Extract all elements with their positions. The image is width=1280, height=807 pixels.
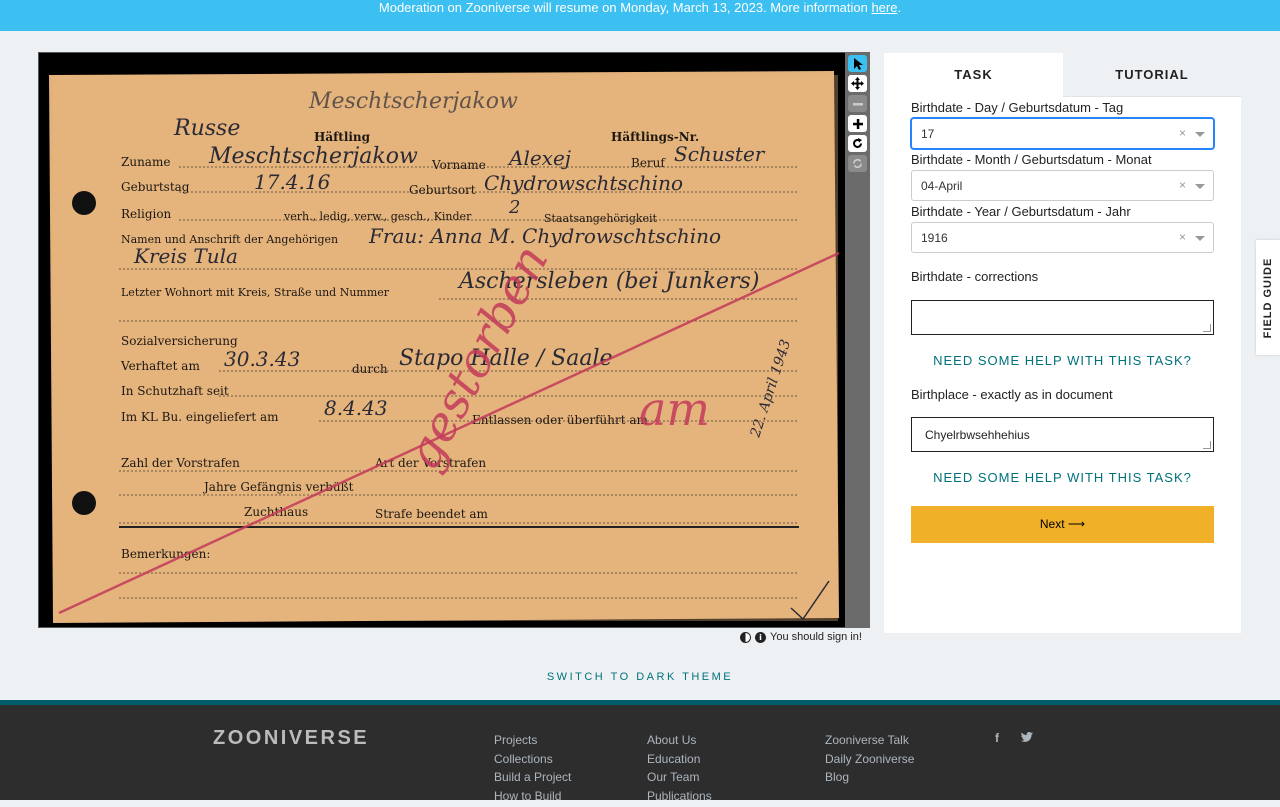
birthdate-year-select[interactable]: 1916 × xyxy=(911,222,1214,253)
banner-link[interactable]: here xyxy=(871,0,897,15)
announcement-banner: Moderation on Zooniverse will resume on … xyxy=(0,0,1280,31)
footer-link[interactable]: Blog xyxy=(825,770,914,789)
site-footer: ZOONIVERSE Projects Collections Build a … xyxy=(0,700,1280,800)
birthdate-month-label: Birthdate - Month / Geburtsdatum - Monat xyxy=(911,152,1152,167)
card-birthday-label: Geburtstag xyxy=(121,180,190,194)
field-guide-label: FIELD GUIDE xyxy=(1262,257,1274,338)
card-firstname-label: Vorname xyxy=(431,158,486,172)
footer-link[interactable]: Zooniverse Talk xyxy=(825,733,914,752)
zooniverse-logo[interactable]: ZOONIVERSE xyxy=(213,727,369,750)
birthdate-corrections-field[interactable] xyxy=(911,300,1214,335)
card-delivered-label: Im KL Bu. eingeliefert am xyxy=(121,410,279,424)
card-birthplace-label: Geburtsort xyxy=(409,183,476,197)
rotate-icon[interactable] xyxy=(848,135,867,152)
task-tabs: TASK TUTORIAL xyxy=(884,53,1241,97)
hw-arrested: 30.3.43 xyxy=(224,347,300,371)
birthplace-field[interactable]: Chyelrbwsehhehius xyxy=(911,417,1214,452)
card-convictions-label: Zahl der Vorstrafen xyxy=(121,456,240,470)
birthplace-label: Birthplace - exactly as in document xyxy=(911,387,1113,402)
footer-link[interactable]: How to Build xyxy=(494,789,571,807)
task-panel: TASK TUTORIAL Birthdate - Day / Geburtsd… xyxy=(884,53,1241,633)
hw-profession: Schuster xyxy=(674,142,766,166)
footer-link[interactable]: Publications xyxy=(647,789,712,807)
hw-children: 2 xyxy=(508,197,520,218)
footer-column-1: Projects Collections Build a Project How… xyxy=(494,733,571,807)
index-card-image: Häftling Häftlings-Nr. Zuname Vorname Be… xyxy=(39,53,847,627)
hw-relatives: Frau: Anna M. Chydrowschtschino xyxy=(368,224,721,248)
zoom-out-icon[interactable] xyxy=(848,95,867,112)
punch-hole xyxy=(72,191,96,215)
footer-link[interactable]: Daily Zooniverse xyxy=(825,752,914,771)
footer-link[interactable]: Collections xyxy=(494,752,571,771)
footer-link[interactable]: Build a Project xyxy=(494,770,571,789)
next-button[interactable]: Next ⟶ xyxy=(911,506,1214,543)
card-religion-label: Religion xyxy=(121,207,172,221)
punch-hole xyxy=(72,491,96,515)
footer-column-3: Zooniverse Talk Daily Zooniverse Blog xyxy=(825,733,914,789)
facebook-icon[interactable]: f xyxy=(995,731,999,745)
hw-birthplace: Chydrowschtschino xyxy=(484,171,683,195)
card-residence-label: Letzter Wohnort mit Kreis, Straße und Nu… xyxy=(121,286,390,299)
resize-grip-icon[interactable] xyxy=(1203,441,1211,449)
move-icon[interactable] xyxy=(848,75,867,92)
birthdate-day-select[interactable]: 17 × xyxy=(911,118,1214,149)
birthdate-year-label: Birthdate - Year / Geburtsdatum - Jahr xyxy=(911,204,1131,219)
hw-relatives-2: Kreis Tula xyxy=(133,244,238,268)
hw-top: Meschtscherjakow xyxy=(308,89,518,114)
footer-link[interactable]: Education xyxy=(647,752,712,771)
help-link[interactable]: NEED SOME HELP WITH THIS TASK? xyxy=(911,353,1214,368)
birthdate-month-value: 04-April xyxy=(921,179,962,193)
birthdate-day-label: Birthdate - Day / Geburtsdatum - Tag xyxy=(911,100,1123,115)
card-profession-label: Beruf xyxy=(631,156,666,170)
sign-in-notice: i You should sign in! xyxy=(740,631,862,643)
twitter-icon[interactable] xyxy=(1021,731,1033,745)
birthdate-day-value: 17 xyxy=(921,127,934,141)
clear-icon[interactable]: × xyxy=(1179,230,1186,244)
reset-icon[interactable] xyxy=(848,155,867,172)
sign-in-text: You should sign in! xyxy=(770,631,862,643)
banner-suffix: . xyxy=(897,0,901,15)
footer-link[interactable]: Our Team xyxy=(647,770,712,789)
contrast-icon[interactable] xyxy=(740,632,751,643)
clear-icon[interactable]: × xyxy=(1179,178,1186,192)
banner-text: Moderation on Zooniverse will resume on … xyxy=(379,0,872,15)
hw-red-am: am xyxy=(639,382,710,436)
chevron-down-icon[interactable] xyxy=(1195,184,1205,189)
subject-viewer[interactable]: Häftling Häftlings-Nr. Zuname Vorname Be… xyxy=(38,52,870,628)
help-link[interactable]: NEED SOME HELP WITH THIS TASK? xyxy=(911,470,1214,485)
chevron-down-icon[interactable] xyxy=(1195,132,1205,137)
hw-birthday: 17.4.16 xyxy=(254,170,331,194)
footer-link[interactable]: About Us xyxy=(647,733,712,752)
card-custody-label: In Schutzhaft seit xyxy=(121,384,229,398)
field-guide-tab[interactable]: FIELD GUIDE xyxy=(1256,240,1280,355)
footer-column-2: About Us Education Our Team Publications xyxy=(647,733,712,807)
resize-grip-icon[interactable] xyxy=(1203,324,1211,332)
viewer-toolbar xyxy=(845,52,870,628)
hw-nationality: Russe xyxy=(173,116,240,141)
tab-tutorial[interactable]: TUTORIAL xyxy=(1063,53,1241,97)
card-title-prisoner: Häftling xyxy=(314,130,371,144)
tab-task[interactable]: TASK xyxy=(884,53,1063,97)
pointer-icon[interactable] xyxy=(848,55,867,72)
switch-dark-theme-button[interactable]: SWITCH TO DARK THEME xyxy=(0,671,1280,683)
clear-icon[interactable]: × xyxy=(1179,126,1186,140)
card-sentence-label: Strafe beendet am xyxy=(375,507,488,521)
birthdate-month-select[interactable]: 04-April × xyxy=(911,170,1214,201)
card-released-label: Entlassen oder überführt am xyxy=(472,413,648,427)
chevron-down-icon[interactable] xyxy=(1195,236,1205,241)
zoom-in-icon[interactable] xyxy=(848,115,867,132)
hw-firstname: Alexej xyxy=(507,146,571,170)
birthplace-value: Chyelrbwsehhehius xyxy=(925,428,1030,442)
birthdate-corrections-label: Birthdate - corrections xyxy=(911,269,1038,284)
info-icon[interactable]: i xyxy=(755,632,766,643)
card-arrested-label: Verhaftet am xyxy=(120,359,200,373)
footer-link[interactable]: Projects xyxy=(494,733,571,752)
card-by-label: durch xyxy=(352,362,388,376)
card-social-label: Sozialversicherung xyxy=(121,334,238,348)
birthdate-year-value: 1916 xyxy=(921,231,948,245)
card-religion-options: verh., ledig, verw., gesch., Kinder xyxy=(283,210,472,223)
hw-delivered: 8.4.43 xyxy=(324,396,388,420)
hw-surname: Meschtscherjakow xyxy=(208,144,418,169)
card-surname-label: Zuname xyxy=(121,155,170,169)
